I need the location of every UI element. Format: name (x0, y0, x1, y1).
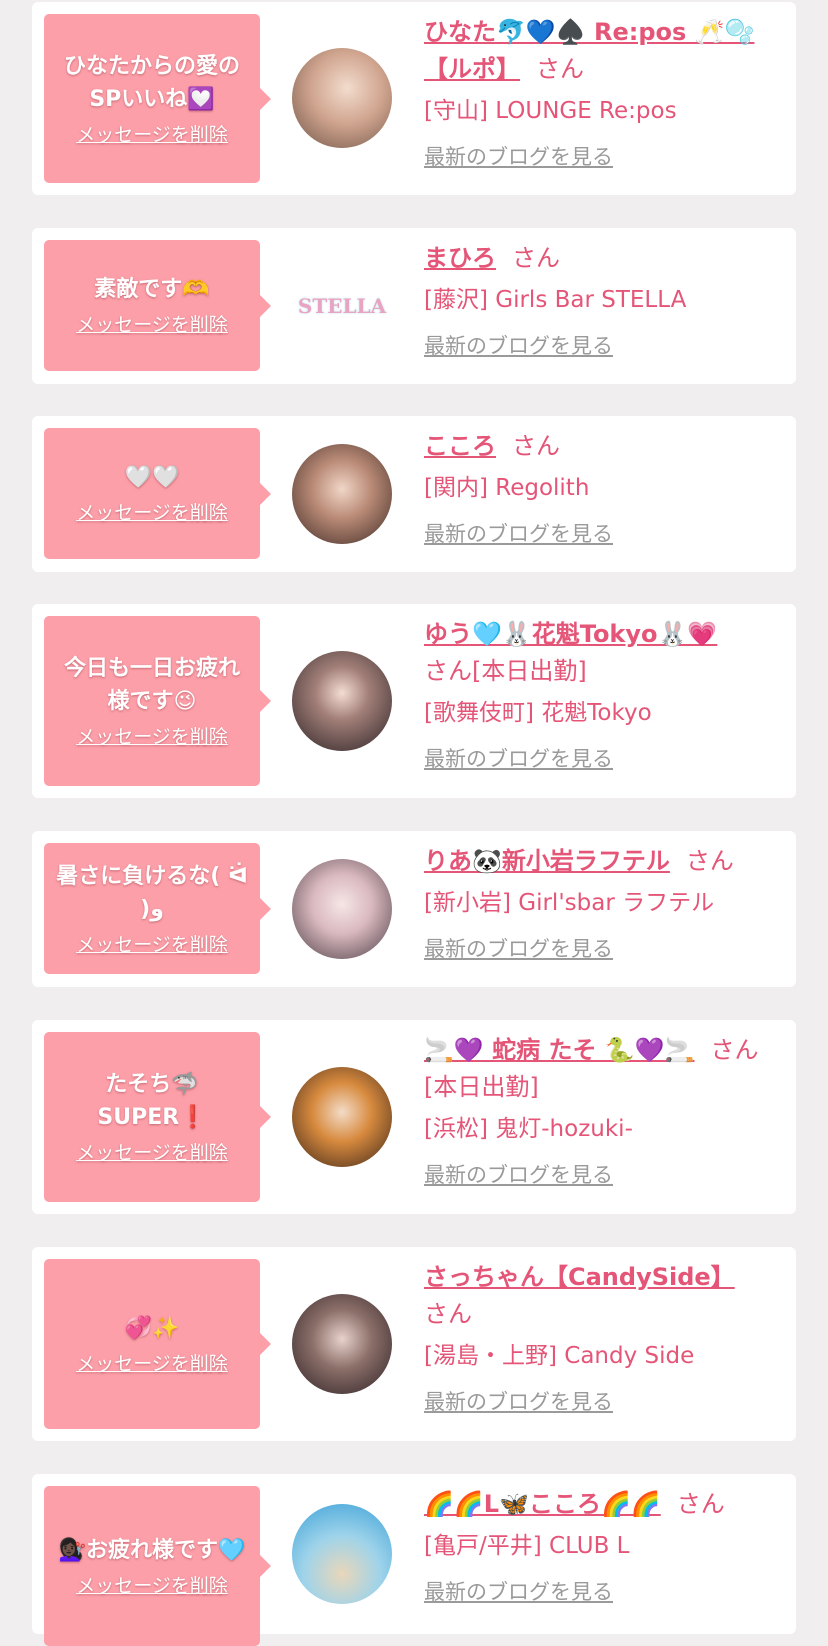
cast-name-link[interactable]: 🌈🌈L🦋こころ🌈🌈 (424, 1490, 661, 1518)
avatar[interactable] (292, 48, 392, 148)
honorific: さん (710, 1036, 759, 1064)
message-bubble: 素敵です🫶 メッセージを削除 (44, 240, 271, 371)
shop-name: [湯島・上野] Candy Side (424, 1343, 695, 1369)
message-card: 🤍🤍 メッセージを削除 こころ さん [関内] Regolith 最新のブログを見… (32, 416, 796, 572)
avatar[interactable] (292, 444, 392, 544)
cast-name-link[interactable]: ゆう🩵🐰花魁Tokyo🐰💗 (424, 620, 717, 648)
avatar[interactable] (292, 651, 392, 751)
message-text: 💞✨ (124, 1315, 180, 1341)
cast-name-link[interactable]: 🚬💜 蛇病 たそ 🐍💜🚬 (424, 1036, 694, 1064)
attendance-status: [本日出勤] (424, 1073, 539, 1101)
latest-blog-link[interactable]: 最新のブログを見る (424, 1577, 613, 1607)
avatar-logo-text: STELLA (297, 294, 387, 318)
cast-info: こころ さん [関内] Regolith 最新のブログを見る (424, 428, 774, 549)
cast-info: まひろ さん [藤沢] Girls Bar STELLA 最新のブログを見る (424, 240, 774, 361)
delete-message-link[interactable]: メッセージを削除 (76, 724, 228, 750)
latest-blog-link[interactable]: 最新のブログを見る (424, 744, 613, 774)
cast-name-link[interactable]: まひろ (424, 244, 496, 272)
name-line: りあ🐼新小岩ラフテル さん (424, 843, 774, 880)
honorific: さん (536, 55, 584, 83)
message-card: ひなたからの愛のSPいいね💟 メッセージを削除 ひなた🐬💙♠️ Re:pos 🥂… (32, 2, 796, 195)
message-bubble: 💞✨ メッセージを削除 (44, 1259, 271, 1429)
avatar[interactable] (292, 1294, 392, 1394)
message-card: たそち🦈 SUPER❗️ メッセージを削除 🚬💜 蛇病 たそ 🐍💜🚬 さん [本日出… (32, 1020, 796, 1214)
latest-blog-link[interactable]: 最新のブログを見る (424, 1160, 613, 1190)
message-card: 素敵です🫶 メッセージを削除 STELLA まひろ さん [藤沢] Girls B… (32, 228, 796, 384)
message-bubble: ひなたからの愛のSPいいね💟 メッセージを削除 (44, 14, 271, 183)
honorific: さん (424, 1300, 472, 1328)
name-line: まひろ さん (424, 240, 774, 277)
honorific: さん (424, 657, 472, 685)
delete-message-link[interactable]: メッセージを削除 (76, 1573, 228, 1599)
honorific: さん (685, 847, 734, 875)
stella-logo-icon[interactable]: STELLA (292, 256, 392, 356)
name-line: ひなた🐬💙♠️ Re:pos 🥂🫧【ルポ】 さん (424, 14, 774, 88)
cast-info: 🌈🌈L🦋こころ🌈🌈 さん [亀戸/平井] CLUB L 最新のブログを見る (424, 1486, 774, 1607)
name-line: さっちゃん【CandySide】 さん (424, 1259, 774, 1333)
delete-message-link[interactable]: メッセージを削除 (76, 312, 228, 338)
avatar[interactable] (292, 859, 392, 959)
cast-name-link[interactable]: りあ🐼新小岩ラフテル (424, 847, 670, 875)
message-card: 今日も一日お疲れ様です😉 メッセージを削除 ゆう🩵🐰花魁Tokyo🐰💗 さん[本日… (32, 604, 796, 798)
latest-blog-link[interactable]: 最新のブログを見る (424, 934, 613, 964)
message-card: 💇🏿‍♀️お疲れ様です🩵 メッセージを削除 🌈🌈L🦋こころ🌈🌈 さん [亀戸/平井… (32, 1474, 796, 1646)
shop-name: [歌舞伎町] 花魁Tokyo (424, 700, 652, 726)
message-text: たそち🦈 SUPER❗️ (97, 1072, 207, 1130)
latest-blog-link[interactable]: 最新のブログを見る (424, 1387, 613, 1417)
delete-message-link[interactable]: メッセージを削除 (76, 122, 228, 148)
message-bubble: 🤍🤍 メッセージを削除 (44, 428, 271, 559)
name-line: 🌈🌈L🦋こころ🌈🌈 さん (424, 1486, 774, 1523)
cast-name-link[interactable]: こころ (424, 432, 496, 460)
cast-info: ひなた🐬💙♠️ Re:pos 🥂🫧【ルポ】 さん [守山] LOUNGE Re:p… (424, 14, 774, 172)
latest-blog-link[interactable]: 最新のブログを見る (424, 331, 613, 361)
message-bubble: 今日も一日お疲れ様です😉 メッセージを削除 (44, 616, 271, 786)
message-text: ひなたからの愛のSPいいね💟 (63, 53, 240, 112)
shop-name: [守山] LOUNGE Re:pos (424, 98, 677, 124)
message-text: 素敵です🫶 (94, 277, 210, 302)
cast-name-link[interactable]: ひなた🐬💙♠️ Re:pos 🥂🫧【ルポ】 (424, 18, 754, 83)
message-bubble: 暑さに負けるな( ᐛ )و メッセージを削除 (44, 843, 271, 974)
message-text: 暑さに負けるな( ᐛ )و (56, 863, 248, 922)
avatar[interactable] (292, 1067, 392, 1167)
shop-name: [浜松] 鬼灯-hozuki- (424, 1116, 633, 1142)
cast-info: ゆう🩵🐰花魁Tokyo🐰💗 さん[本日出勤] [歌舞伎町] 花魁Tokyo 最新の… (424, 616, 774, 774)
attendance-status: [本日出勤] (472, 657, 587, 685)
cast-info: 🚬💜 蛇病 たそ 🐍💜🚬 さん [本日出勤] [浜松] 鬼灯-hozuki- 最新の… (424, 1032, 774, 1190)
message-bubble: 💇🏿‍♀️お疲れ様です🩵 メッセージを削除 (44, 1486, 271, 1646)
message-text: 🤍🤍 (124, 465, 180, 490)
message-card: 💞✨ メッセージを削除 さっちゃん【CandySide】 さん [湯島・上野] C… (32, 1247, 796, 1441)
latest-blog-link[interactable]: 最新のブログを見る (424, 519, 613, 549)
delete-message-link[interactable]: メッセージを削除 (76, 500, 228, 526)
name-line: ゆう🩵🐰花魁Tokyo🐰💗 さん[本日出勤] (424, 616, 774, 690)
delete-message-link[interactable]: メッセージを削除 (76, 932, 228, 958)
latest-blog-link[interactable]: 最新のブログを見る (424, 142, 613, 172)
name-line: こころ さん (424, 428, 774, 465)
message-list: ひなたからの愛のSPいいね💟 メッセージを削除 ひなた🐬💙♠️ Re:pos 🥂… (0, 0, 828, 1646)
avatar[interactable] (292, 1504, 392, 1604)
delete-message-link[interactable]: メッセージを削除 (76, 1351, 228, 1377)
message-bubble: たそち🦈 SUPER❗️ メッセージを削除 (44, 1032, 271, 1202)
cast-info: さっちゃん【CandySide】 さん [湯島・上野] Candy Side 最新… (424, 1259, 774, 1417)
shop-name: [亀戸/平井] CLUB L (424, 1533, 630, 1559)
honorific: さん (676, 1490, 725, 1518)
shop-name: [藤沢] Girls Bar STELLA (424, 287, 687, 313)
message-text: 今日も一日お疲れ様です😉 (63, 656, 240, 714)
shop-name: [関内] Regolith (424, 475, 590, 501)
honorific: さん (512, 244, 560, 272)
message-card: 暑さに負けるな( ᐛ )و メッセージを削除 りあ🐼新小岩ラフテル さん [新小岩… (32, 831, 796, 987)
cast-info: りあ🐼新小岩ラフテル さん [新小岩] Girl'sbar ラフテル 最新のブログ… (424, 843, 774, 964)
cast-name-link[interactable]: さっちゃん【CandySide】 (424, 1263, 735, 1291)
honorific: さん (512, 432, 560, 460)
shop-name: [新小岩] Girl'sbar ラフテル (424, 890, 715, 916)
delete-message-link[interactable]: メッセージを削除 (76, 1140, 228, 1166)
name-line: 🚬💜 蛇病 たそ 🐍💜🚬 さん [本日出勤] (424, 1032, 774, 1106)
message-text: 💇🏿‍♀️お疲れ様です🩵 (58, 1537, 246, 1563)
